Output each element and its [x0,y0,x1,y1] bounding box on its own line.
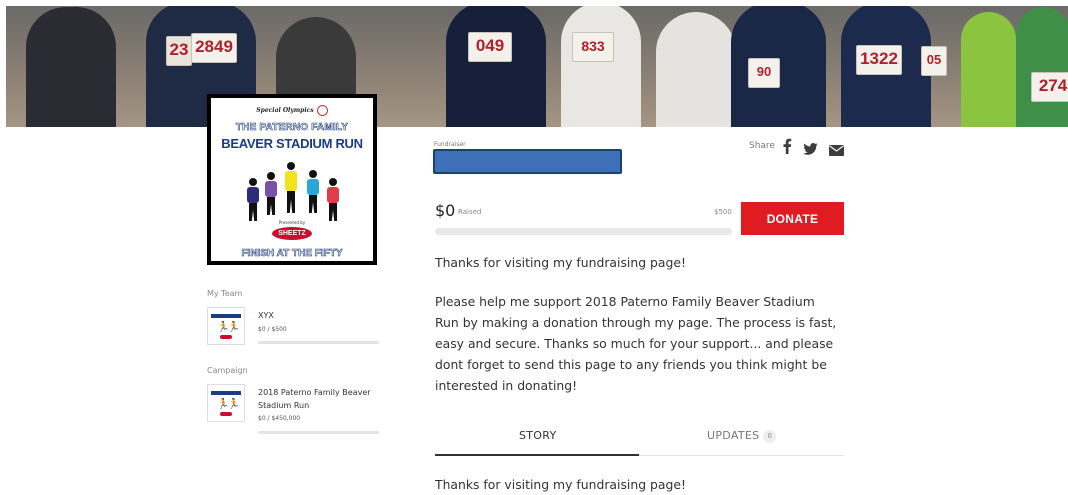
fundraiser-label: Fundraiser [434,141,466,148]
special-olympics-mark-icon [316,105,328,116]
goal-amount: $500 [714,208,732,216]
campaign-thumbnail[interactable]: 🏃🏃 [207,384,245,422]
tab-updates[interactable]: UPDATES 0 [707,429,777,443]
runner-figure [561,6,641,127]
team-name-link[interactable]: XYX [258,309,274,322]
runner-figure [26,7,116,127]
runner-figure [1016,7,1068,127]
intro-text: Thanks for visiting my fundraising page! [435,255,686,270]
race-bib: 2849 [191,33,237,63]
hero-banner-image: 23 2849 049 833 90 1322 05 274 [6,6,1068,127]
race-bib: 274 [1031,72,1068,102]
team-amount: $0 / $500 [258,326,287,333]
poster-presented-by: Presented by [278,220,306,225]
my-team-label: My Team [207,289,243,298]
runner-figure [961,12,1016,127]
story-text: Thanks for visiting my fundraising page! [435,477,686,492]
active-tab-indicator [435,454,639,456]
race-bib: 05 [921,46,947,76]
poster-tagline: FINISH AT THE FIFTY [241,248,343,260]
campaign-name-link[interactable]: 2018 Paterno Family Beaver Stadium Run [258,386,371,412]
twitter-icon[interactable] [803,140,818,159]
special-olympics-logo: Special Olympics [211,105,373,116]
updates-count-badge: 0 [763,430,777,443]
race-bib: 1322 [856,45,902,75]
campaign-amount: $0 / $450,000 [258,415,301,422]
event-poster-image: Special Olympics THE PATERNO FAMILY BEAV… [207,94,377,265]
email-icon[interactable] [829,141,844,160]
poster-title-line1: THE PATERNO FAMILY [235,122,349,134]
campaign-label: Campaign [207,366,248,375]
raised-amount: $0 [435,201,456,220]
raised-label: Raised [458,208,482,216]
fundraising-progress-bar [435,228,732,235]
fundraiser-name-redacted [433,149,622,174]
poster-title-line2: BEAVER STADIUM RUN [221,136,363,151]
runners-illustration [245,156,345,221]
appeal-text: Please help me support 2018 Paterno Fami… [435,294,837,393]
race-bib: 23 [166,36,192,66]
race-bib: 049 [468,32,512,62]
team-thumbnail[interactable]: 🏃🏃 [207,307,245,345]
race-bib: 833 [572,32,614,62]
team-progress-bar [258,341,379,344]
donate-button[interactable]: DONATE [741,202,844,235]
race-bib: 90 [748,58,780,88]
runner-figure [656,12,736,127]
sheetz-logo: SHEETZ [272,227,312,240]
share-label: Share [749,141,775,151]
runner-figure [446,6,546,127]
facebook-icon[interactable] [782,138,792,158]
tab-story[interactable]: STORY [519,429,557,442]
campaign-progress-bar [258,431,379,434]
